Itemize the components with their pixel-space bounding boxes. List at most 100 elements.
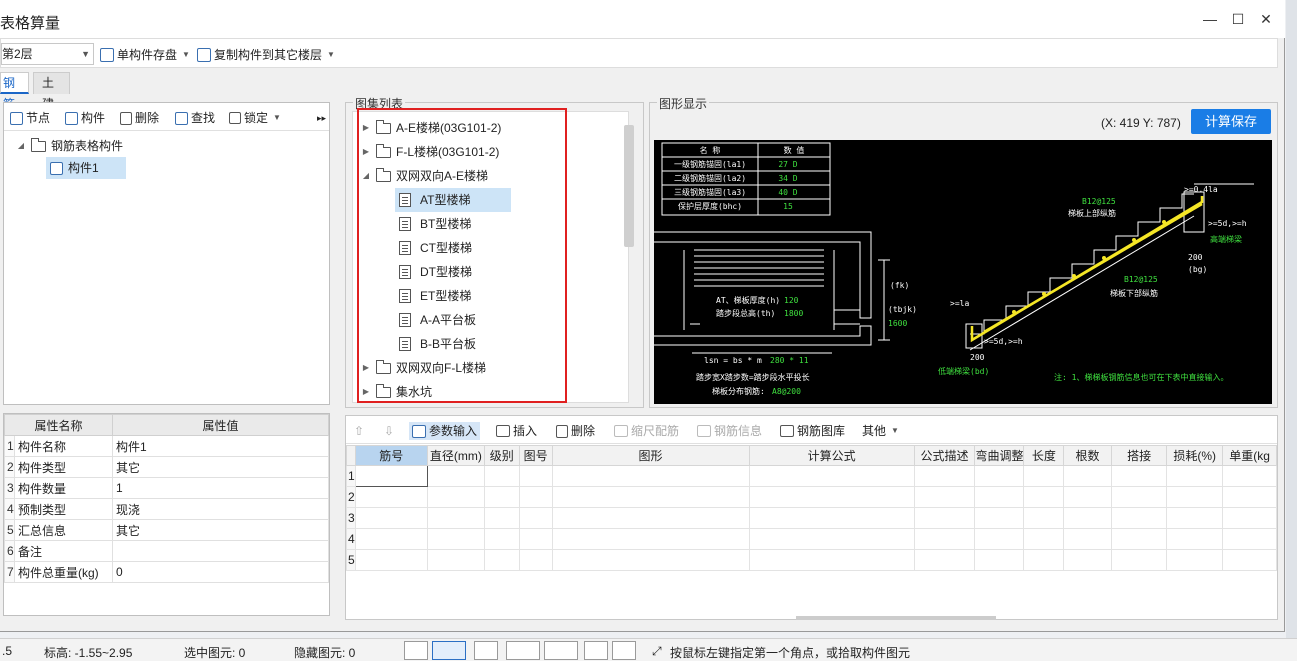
table-cell[interactable] xyxy=(518,549,553,571)
table-cell[interactable] xyxy=(483,528,520,550)
property-row[interactable]: 4 预制类型 现浇 xyxy=(4,498,329,520)
angle-toggle[interactable] xyxy=(506,641,540,660)
node-button[interactable]: 节点 xyxy=(10,109,50,127)
floor-select[interactable]: 第2层 ▼ xyxy=(1,43,94,65)
table-cell[interactable] xyxy=(1063,486,1112,508)
table-cell[interactable] xyxy=(518,528,553,550)
column-header[interactable]: 弯曲调整 xyxy=(974,445,1025,466)
table-cell[interactable] xyxy=(426,549,485,571)
table-row[interactable]: 1 xyxy=(346,465,1277,487)
table-cell[interactable] xyxy=(1063,465,1112,487)
table-cell[interactable] xyxy=(1110,507,1168,529)
table-cell[interactable] xyxy=(551,507,750,529)
dimension-toggle[interactable] xyxy=(544,641,578,660)
move-down-icon[interactable]: ⇩ xyxy=(384,422,394,440)
table-cell[interactable] xyxy=(1222,507,1277,529)
table-cell[interactable] xyxy=(1222,465,1277,487)
table-cell[interactable] xyxy=(913,549,976,571)
more-button[interactable]: ▸▸ xyxy=(317,109,326,127)
rebar-lib-button[interactable]: 钢筋图库 xyxy=(780,422,845,440)
table-cell[interactable] xyxy=(1166,465,1224,487)
table-cell[interactable] xyxy=(354,528,428,550)
table-cell[interactable] xyxy=(354,507,428,529)
table-cell[interactable] xyxy=(913,486,976,508)
component-button[interactable]: 构件 xyxy=(65,109,105,127)
scale-rebar-button[interactable]: 缩尺配筋 xyxy=(614,422,679,440)
table-row[interactable]: 4 xyxy=(346,528,1277,550)
table-cell[interactable] xyxy=(1110,486,1168,508)
table-cell[interactable] xyxy=(551,528,750,550)
table-cell[interactable] xyxy=(1023,549,1065,571)
property-value[interactable]: 0 xyxy=(112,561,329,583)
table-row[interactable]: 3 xyxy=(346,507,1277,529)
cross-toggle[interactable] xyxy=(474,641,498,660)
table-cell[interactable] xyxy=(748,507,915,529)
property-value[interactable]: 1 xyxy=(112,477,329,499)
column-header[interactable]: 搭接 xyxy=(1110,445,1168,466)
table-cell[interactable] xyxy=(1222,549,1277,571)
table-cell[interactable] xyxy=(748,486,915,508)
table-cell[interactable] xyxy=(913,528,976,550)
table-cell[interactable] xyxy=(748,465,915,487)
tab-civil[interactable]: 土建 xyxy=(33,72,70,111)
table-cell[interactable] xyxy=(426,465,485,487)
column-header[interactable]: 图号 xyxy=(518,445,553,466)
snap-toggle[interactable] xyxy=(432,641,466,660)
drawing-canvas[interactable]: 名 称 数 值 一级钢筋锚固(la1) 二级钢筋锚固(la2) 三级钢筋锚固(l… xyxy=(654,140,1272,404)
maximize-button[interactable]: ☐ xyxy=(1227,8,1249,30)
minimize-button[interactable]: — xyxy=(1199,8,1221,30)
table-cell[interactable] xyxy=(551,465,750,487)
save-single-button[interactable]: 单构件存盘 ▼ xyxy=(100,45,190,65)
table-cell[interactable] xyxy=(1166,507,1224,529)
print-toggle[interactable] xyxy=(584,641,608,660)
other-button[interactable]: 其他 ▼ xyxy=(862,422,899,440)
column-header[interactable]: 单重(kg xyxy=(1222,445,1277,466)
table-cell[interactable] xyxy=(1166,528,1224,550)
table-cell[interactable] xyxy=(518,507,553,529)
table-cell[interactable] xyxy=(974,465,1025,487)
column-header[interactable]: 筋号 xyxy=(354,445,428,466)
table-cell[interactable] xyxy=(1166,549,1224,571)
table-cell[interactable] xyxy=(483,486,520,508)
property-row[interactable]: 6 备注 xyxy=(4,540,329,562)
table-cell[interactable] xyxy=(1023,486,1065,508)
table-cell[interactable] xyxy=(974,486,1025,508)
table-cell[interactable] xyxy=(974,507,1025,529)
tab-rebar[interactable]: 钢筋 xyxy=(0,72,29,111)
table-cell[interactable] xyxy=(1023,465,1065,487)
table-cell[interactable] xyxy=(1063,507,1112,529)
calc-save-button[interactable]: 计算保存 xyxy=(1191,109,1271,134)
property-row[interactable]: 3 构件数量 1 xyxy=(4,477,329,499)
table-cell[interactable] xyxy=(1063,549,1112,571)
table-row[interactable]: 2 xyxy=(346,486,1277,508)
copy-to-floor-button[interactable]: 复制构件到其它楼层 ▼ xyxy=(197,45,335,65)
table-cell[interactable] xyxy=(426,486,485,508)
property-row[interactable]: 7 构件总重量(kg) 0 xyxy=(4,561,329,583)
column-header[interactable]: 计算公式 xyxy=(748,445,915,466)
table-cell[interactable] xyxy=(1063,528,1112,550)
rebar-info-button[interactable]: 钢筋信息 xyxy=(697,422,762,440)
table-cell[interactable] xyxy=(1110,549,1168,571)
property-row[interactable]: 5 汇总信息 其它 xyxy=(4,519,329,541)
column-header[interactable]: 图形 xyxy=(551,445,750,466)
column-header[interactable]: 直径(mm) xyxy=(426,445,485,466)
table-cell[interactable] xyxy=(974,528,1025,550)
table-cell[interactable] xyxy=(1222,528,1277,550)
table-cell[interactable] xyxy=(518,486,553,508)
table-cell[interactable] xyxy=(1023,507,1065,529)
table-cell[interactable] xyxy=(518,465,553,487)
table-cell[interactable] xyxy=(1222,486,1277,508)
horizontal-scrollbar[interactable] xyxy=(796,616,996,620)
grid-delete-button[interactable]: 删除 xyxy=(556,422,595,440)
ortho-toggle[interactable] xyxy=(404,641,428,660)
column-header[interactable]: 根数 xyxy=(1063,445,1112,466)
table-cell[interactable] xyxy=(354,549,428,571)
find-button[interactable]: 查找 xyxy=(175,109,215,127)
table-cell[interactable] xyxy=(354,465,428,487)
property-value[interactable]: 其它 xyxy=(112,519,329,541)
table-cell[interactable] xyxy=(426,528,485,550)
table-cell[interactable] xyxy=(1110,528,1168,550)
property-value[interactable] xyxy=(112,540,329,562)
table-row[interactable]: 5 xyxy=(346,549,1277,571)
table-cell[interactable] xyxy=(748,549,915,571)
